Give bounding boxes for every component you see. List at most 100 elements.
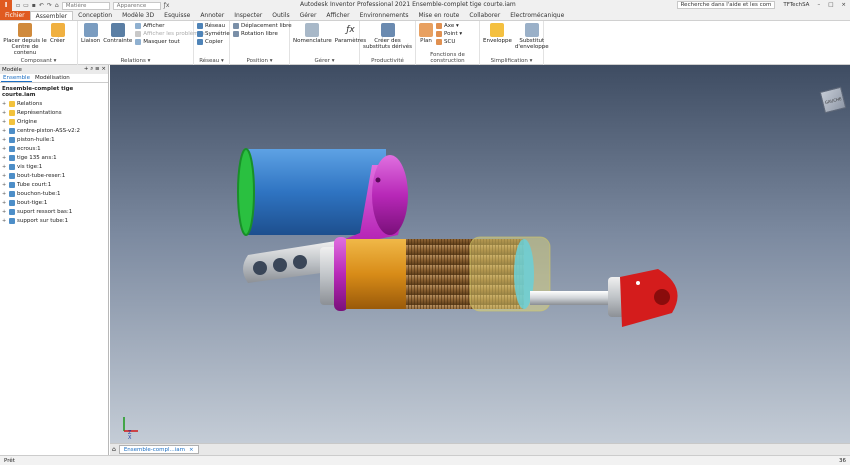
tree-item[interactable]: + suport ressort bas:1 [0, 207, 108, 216]
tree-item[interactable]: + bouchon-tube:1 [0, 189, 108, 198]
search-icon[interactable]: ⌕ [90, 66, 93, 72]
free-move-button[interactable]: Déplacement libre [233, 23, 292, 29]
expand-icon[interactable]: + [2, 173, 7, 179]
group-name[interactable]: Position ▾ [230, 58, 289, 64]
close-icon[interactable]: × [101, 66, 106, 72]
tab-11[interactable]: Mise en route [414, 11, 465, 20]
mirror-icon [197, 31, 203, 37]
tab-13[interactable]: Electromécanique [505, 11, 569, 20]
assembly-model[interactable] [110, 65, 850, 443]
fx-icon[interactable]: ƒx [164, 2, 170, 9]
close-icon[interactable]: × [841, 2, 846, 8]
tree-item[interactable]: + Origine [0, 117, 108, 126]
tree-root[interactable]: Ensemble-complet tige courte.iam [0, 83, 108, 99]
expand-icon[interactable]: + [2, 218, 7, 224]
help-search-input[interactable]: Recherche dans l'aide et les com [676, 1, 776, 9]
save-icon[interactable]: ▪ [32, 2, 36, 9]
tab-9[interactable]: Afficher [321, 11, 354, 20]
tree-item-label: vis tige:1 [17, 163, 43, 170]
home-icon[interactable]: ⌂ [112, 446, 116, 453]
expand-icon[interactable]: + [2, 191, 7, 197]
open-icon[interactable]: ▭ [23, 2, 29, 9]
group-name[interactable]: Réseau ▾ [194, 58, 229, 64]
tree-item[interactable]: + ecrous:1 [0, 144, 108, 153]
menu-icon[interactable]: ≡ [95, 66, 100, 72]
point-button[interactable]: Point ▾ [436, 31, 462, 37]
redo-icon[interactable]: ↷ [47, 2, 52, 9]
axis-button[interactable]: Axe ▾ [436, 23, 462, 29]
magenta-disk[interactable] [334, 237, 348, 311]
free-rotate-button[interactable]: Rotation libre [233, 31, 292, 37]
undo-icon[interactable]: ↶ [39, 2, 44, 9]
tree-item[interactable]: + centre-piston-ASS-v2:2 [0, 126, 108, 135]
tree-item-label: suport ressort bas:1 [17, 208, 73, 215]
user-name[interactable]: TFTechSA [783, 2, 809, 8]
mirror-button[interactable]: Symétrie [197, 31, 230, 37]
close-icon[interactable]: × [189, 446, 194, 453]
home-icon[interactable]: ⌂ [55, 2, 59, 9]
inventor-logo[interactable]: I [0, 0, 12, 11]
tree-item-label: Représentations [17, 109, 62, 116]
pattern-button[interactable]: Réseau [197, 23, 230, 29]
expand-icon[interactable]: + [2, 137, 7, 143]
expand-icon[interactable]: + [2, 110, 7, 116]
appearance-combo[interactable]: Apparence [112, 1, 161, 10]
tree-item[interactable]: + support sur tube:1 [0, 216, 108, 225]
damper-body[interactable] [346, 239, 406, 309]
material-combo[interactable]: Matière [61, 1, 110, 10]
tab-5[interactable]: Annoter [195, 11, 229, 20]
tab-7[interactable]: Outils [267, 11, 294, 20]
add-icon[interactable]: + [84, 66, 89, 72]
tab-2[interactable]: Conception [73, 11, 117, 20]
reservoir-cap[interactable] [237, 148, 255, 236]
tree-item[interactable]: + bout-tube-reser:1 [0, 171, 108, 180]
new-icon[interactable]: ▫ [16, 2, 20, 9]
graphics-viewport[interactable]: GAUCHE X Z [110, 65, 850, 443]
maximize-icon[interactable]: □ [828, 2, 833, 8]
tab-assembly[interactable]: Ensemble [1, 75, 32, 82]
tab-12[interactable]: Collaborer [464, 11, 505, 20]
minimize-icon[interactable]: – [817, 2, 820, 8]
tree-item[interactable]: + tige 135 ans:1 [0, 153, 108, 162]
tree-item[interactable]: + Représentations [0, 108, 108, 117]
expand-icon[interactable]: + [2, 200, 7, 206]
tab-8[interactable]: Gérer [295, 11, 322, 20]
group-name[interactable]: Relations ▾ [78, 58, 193, 64]
expand-icon[interactable]: + [2, 101, 7, 107]
copy-button[interactable]: Copier [197, 39, 230, 45]
tab-10[interactable]: Environnements [355, 11, 414, 20]
group-name[interactable]: Simplification ▾ [480, 58, 543, 64]
group-name[interactable]: Gérer ▾ [290, 58, 359, 64]
expand-icon[interactable]: + [2, 209, 7, 215]
tab-4[interactable]: Esquisse [159, 11, 195, 20]
expand-icon[interactable]: + [2, 164, 7, 170]
tree-item[interactable]: + bout-tige:1 [0, 198, 108, 207]
connector-eye[interactable] [372, 155, 408, 235]
ucs-button[interactable]: SCU [436, 39, 462, 45]
tab-modeling[interactable]: Modélisation [33, 75, 72, 81]
tree-item[interactable]: + piston-huile:1 [0, 135, 108, 144]
part-icon [9, 190, 15, 197]
tree-item[interactable]: + Relations [0, 99, 108, 108]
expand-icon[interactable]: + [2, 128, 7, 134]
expand-icon[interactable]: + [2, 155, 7, 161]
group-name: Productivité [371, 58, 404, 64]
expand-icon[interactable]: + [2, 146, 7, 152]
group-composant: Placer depuis le Centre de contenu Créer… [0, 21, 78, 65]
tab-1[interactable]: Assembler [29, 11, 74, 20]
document-tab[interactable]: Ensemble-compl...iam × [118, 445, 199, 454]
tree-item[interactable]: + Tube court:1 [0, 180, 108, 189]
connector-hole [375, 177, 381, 183]
part-icon [9, 208, 15, 215]
tree-item-label: centre-piston-ASS-v2:2 [17, 127, 81, 134]
expand-icon[interactable]: + [2, 119, 7, 125]
tree-item[interactable]: + vis tige:1 [0, 162, 108, 171]
folder-icon [9, 118, 15, 125]
group-name[interactable]: Composant ▾ [0, 58, 77, 64]
tab-0[interactable]: Fichier [0, 11, 30, 20]
axis-icon [436, 23, 442, 29]
tree-item-label: piston-huile:1 [17, 136, 55, 143]
tab-3[interactable]: Modèle 3D [117, 11, 159, 20]
expand-icon[interactable]: + [2, 182, 7, 188]
tab-6[interactable]: Inspecter [229, 11, 267, 20]
